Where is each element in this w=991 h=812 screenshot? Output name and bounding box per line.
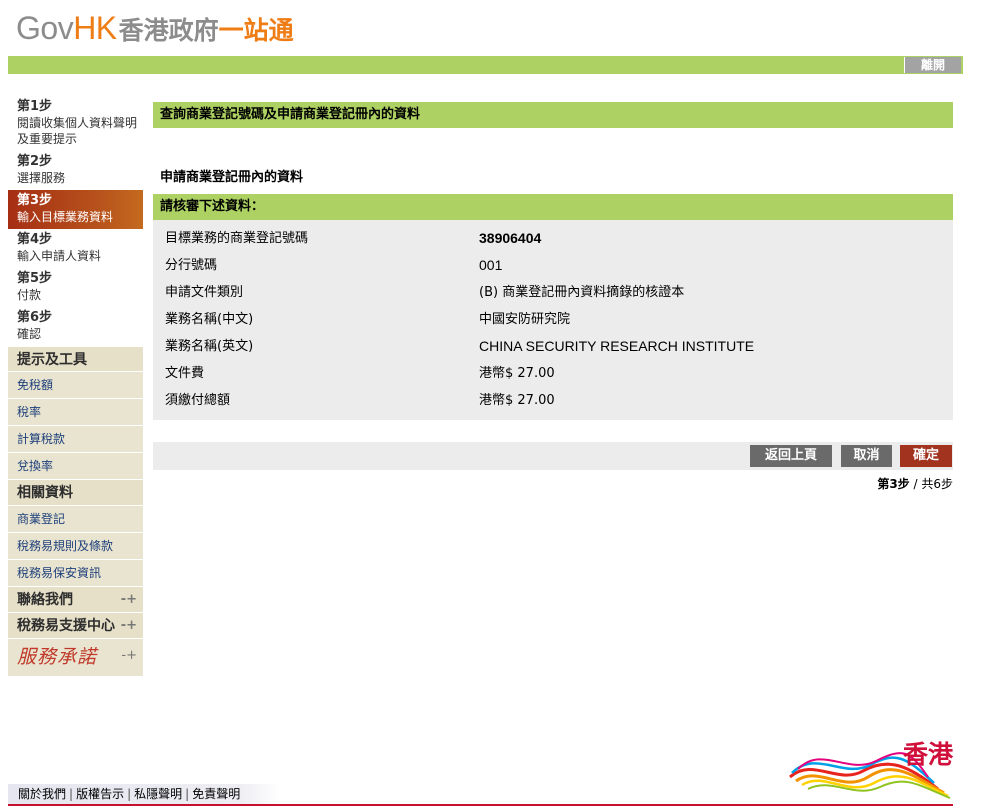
sidebar-support-centre[interactable]: 稅務易支援中心 -+: [8, 613, 143, 639]
logo-cn2-text: 一站通: [218, 16, 294, 45]
step-number: 第6步: [17, 310, 53, 325]
cancel-button[interactable]: 取消: [841, 445, 892, 467]
back-button[interactable]: 返回上頁: [750, 445, 832, 467]
step-label: 輸入申請人資料: [17, 249, 102, 263]
step-number: 第4步: [17, 232, 53, 247]
footer-divider: [8, 804, 953, 806]
footer-link-disclaimer[interactable]: 免責聲明: [192, 787, 240, 801]
sidebar-step-2: 第2步 選擇服務: [8, 151, 143, 190]
step-number: 第1步: [17, 99, 53, 114]
sidebar-step-5: 第5步 付款: [8, 268, 143, 307]
confirm-button[interactable]: 確定: [900, 445, 952, 467]
detail-label: 文件費: [165, 366, 205, 381]
step-current: 第3步: [877, 477, 910, 491]
sidebar-link-tax-calculator[interactable]: 計算稅款: [8, 426, 143, 453]
brand-text: 香港: [902, 740, 953, 769]
sidebar-link-allowances[interactable]: 免稅額: [8, 372, 143, 399]
detail-row-total-payable: 須繳付總額 港幣$ 27.00: [165, 387, 953, 414]
exit-button[interactable]: 離開: [904, 57, 961, 73]
sidebar-step-4: 第4步 輸入申請人資料: [8, 229, 143, 268]
logo-hk-text: HK: [73, 10, 117, 46]
logo-gov-text: Gov: [16, 10, 74, 46]
review-heading: 請核審下述資料：: [153, 194, 953, 220]
expand-plus-icon: -+: [120, 618, 137, 633]
step-separator: /: [909, 477, 922, 491]
step-label: 選擇服務: [17, 171, 66, 185]
detail-row-chinese-name: 業務名稱(中文) 中國安防研究院: [165, 306, 953, 333]
logo-cn-text: 香港政府: [118, 16, 219, 45]
button-bar: 返回上頁 取消 確定: [153, 442, 953, 470]
step-label: 輸入目標業務資料: [17, 210, 114, 224]
detail-row-document-type: 申請文件類別 (B) 商業登記冊內資料摘錄的核證本: [165, 279, 953, 306]
pledge-label: 服務承諾: [17, 646, 98, 668]
step-number: 第5步: [17, 271, 53, 286]
detail-value: 中國安防研究院: [479, 312, 571, 327]
sidebar: 第1步 閱讀收集個人資料聲明及重要提示 第2步 選擇服務 第3步 輸入目標業務資…: [8, 96, 143, 676]
section-title: 查詢商業登記號碼及申請商業登記冊內的資料: [153, 102, 953, 128]
step-number: 第3步: [17, 193, 53, 208]
step-label: 付款: [17, 288, 42, 302]
sidebar-step-6: 第6步 確認: [8, 307, 143, 346]
detail-row-english-name: 業務名稱(英文) CHINA SECURITY RESEARCH INSTITU…: [165, 333, 953, 360]
detail-row-br-number: 目標業務的商業登記號碼 38906404: [165, 225, 953, 252]
detail-row-document-fee: 文件費 港幣$ 27.00: [165, 360, 953, 387]
step-label: 確認: [17, 327, 42, 341]
detail-label: 目標業務的商業登記號碼: [165, 231, 309, 246]
sidebar-link-business-registration[interactable]: 商業登記: [8, 506, 143, 533]
govhk-logo[interactable]: Gov HK 香港政府 一站通: [16, 10, 294, 46]
tools-heading: 提示及工具: [8, 346, 143, 372]
sidebar-performance-pledge[interactable]: 服務承諾 -+: [8, 639, 143, 676]
footer-link-about[interactable]: 關於我們: [18, 787, 66, 801]
detail-value: CHINA SECURITY RESEARCH INSTITUTE: [479, 338, 755, 354]
related-heading: 相關資料: [8, 480, 143, 506]
detail-value: 港幣$ 27.00: [479, 393, 555, 408]
sidebar-step-1: 第1步 閱讀收集個人資料聲明及重要提示: [8, 96, 143, 151]
detail-value: 港幣$ 27.00: [479, 366, 555, 381]
step-counter: 第3步 / 共6步: [153, 475, 953, 492]
footer-separator: |: [185, 787, 190, 801]
step-total: 共6步: [921, 477, 953, 491]
detail-row-branch-number: 分行號碼 001: [165, 252, 953, 279]
detail-label: 申請文件類別: [165, 285, 244, 300]
detail-label: 業務名稱(英文): [165, 339, 254, 354]
review-details: 目標業務的商業登記號碼 38906404 分行號碼 001 申請文件類別 (B)…: [153, 220, 953, 420]
step-number: 第2步: [17, 154, 53, 169]
detail-label: 業務名稱(中文): [165, 312, 254, 327]
detail-label: 分行號碼: [165, 258, 218, 273]
footer-separator: |: [69, 787, 74, 801]
sidebar-link-etax-terms[interactable]: 稅務易規則及條款: [8, 533, 143, 560]
footer-link-privacy[interactable]: 私隱聲明: [134, 787, 182, 801]
sidebar-link-etax-security[interactable]: 稅務易保安資訊: [8, 560, 143, 587]
step-label: 閱讀收集個人資料聲明及重要提示: [17, 116, 138, 146]
sidebar-contact-us[interactable]: 聯絡我們 -+: [8, 587, 143, 613]
detail-value: (B) 商業登記冊內資料摘錄的核證本: [479, 285, 685, 300]
footer-separator: |: [127, 787, 132, 801]
contact-label: 聯絡我們: [17, 592, 73, 608]
sidebar-link-tax-rates[interactable]: 稅率: [8, 399, 143, 426]
detail-label: 須繳付總額: [165, 393, 231, 408]
expand-plus-icon: -+: [120, 592, 137, 607]
detail-value: 38906404: [479, 230, 542, 246]
brand-hong-kong-logo: 香港: [788, 735, 953, 799]
support-label: 稅務易支援中心: [17, 618, 115, 634]
top-bar: 離開: [8, 56, 963, 74]
expand-plus-icon: -+: [121, 648, 137, 663]
footer-link-copyright[interactable]: 版權告示: [76, 787, 124, 801]
main-content: 查詢商業登記號碼及申請商業登記冊內的資料 申請商業登記冊內的資料 請核審下述資料…: [153, 102, 953, 492]
sub-title: 申請商業登記冊內的資料: [160, 170, 304, 185]
footer-links: 關於我們 | 版權告示 | 私隱聲明 | 免責聲明: [8, 784, 280, 804]
sidebar-link-exchange-rates[interactable]: 兌換率: [8, 453, 143, 480]
sidebar-step-3-active: 第3步 輸入目標業務資料: [8, 190, 143, 229]
detail-value: 001: [479, 257, 503, 273]
